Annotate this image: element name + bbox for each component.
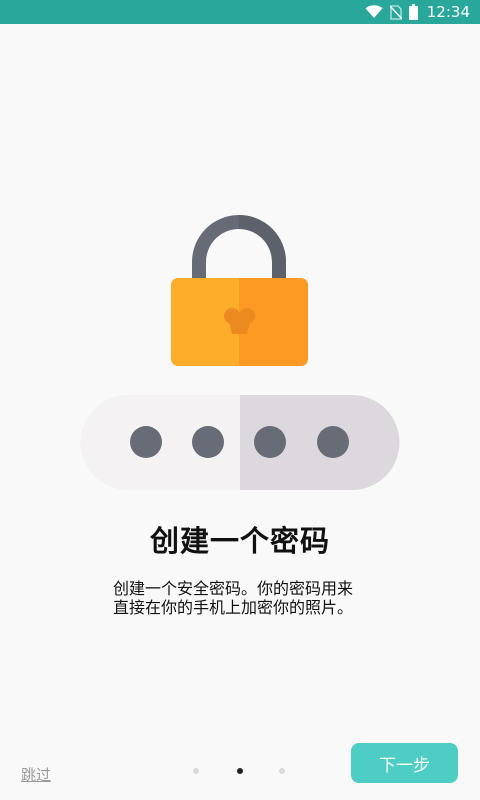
description-line: 创建一个安全密码。你的密码用来 <box>113 579 354 598</box>
page-dot-active[interactable] <box>237 768 243 774</box>
next-button[interactable]: 下一步 <box>351 743 458 783</box>
password-illustration <box>80 215 400 491</box>
description-text: 创建一个安全密码。你的密码用来 直接在你的手机上加密你的照片。 <box>113 579 393 617</box>
page-title: 创建一个密码 <box>149 524 330 558</box>
password-dot <box>192 426 224 458</box>
password-field <box>80 395 400 491</box>
password-dot <box>254 426 286 458</box>
page-indicator <box>193 768 287 776</box>
page-dot[interactable] <box>279 768 285 774</box>
padlock-icon <box>171 215 308 366</box>
page-dot[interactable] <box>193 768 199 774</box>
password-dot <box>130 426 162 458</box>
skip-link[interactable]: 跳过 <box>21 764 51 785</box>
password-dot <box>317 426 349 458</box>
description-line: 直接在你的手机上加密你的照片。 <box>113 598 354 617</box>
